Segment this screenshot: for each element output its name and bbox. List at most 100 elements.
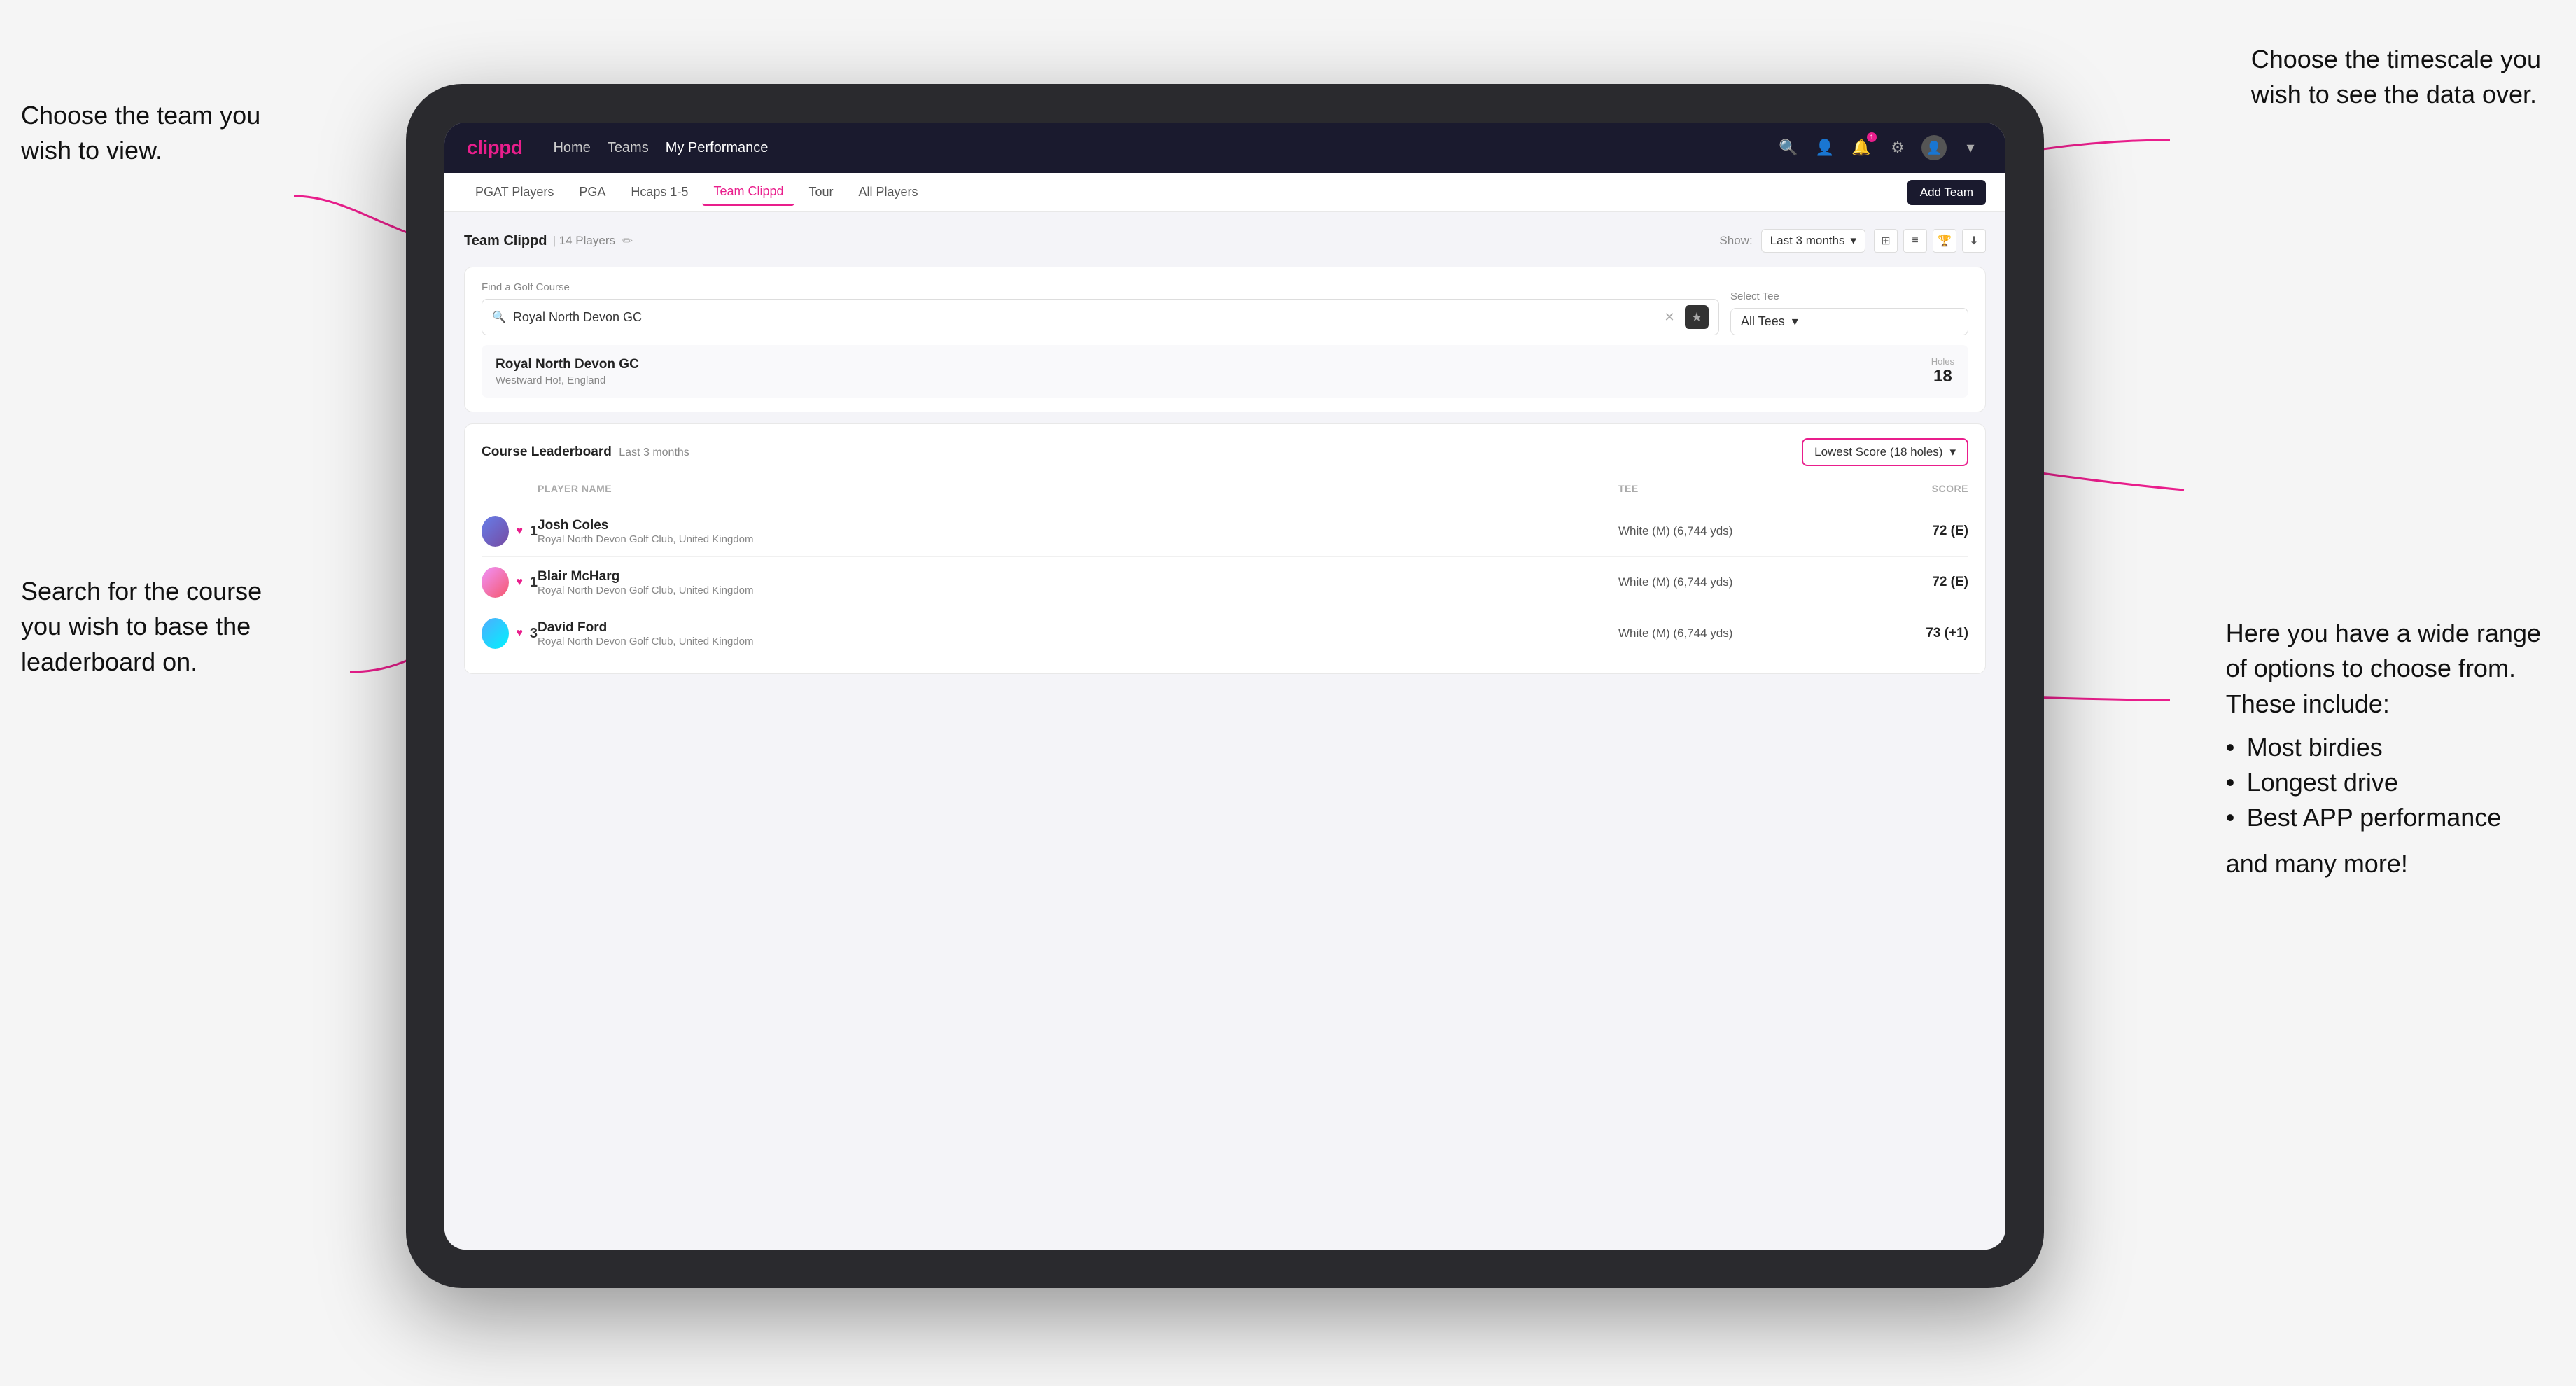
table-row: ♥ 1 Blair McHarg Royal North Devon Golf … <box>482 557 1968 608</box>
player-info-1: Josh Coles Royal North Devon Golf Club, … <box>538 518 1618 545</box>
annotation-line2: wish to view. <box>21 136 162 164</box>
sub-nav-hcaps[interactable]: Hcaps 1-5 <box>620 179 699 205</box>
table-header: PLAYER NAME TEE SCORE <box>482 477 1968 500</box>
nav-logo: clippd <box>467 136 522 159</box>
ann-br-t1: Here you have a wide range <box>2226 619 2541 648</box>
show-label: Show: <box>1719 234 1752 248</box>
leaderboard-title: Course Leaderboard <box>482 444 612 459</box>
nav-teams[interactable]: Teams <box>608 140 649 156</box>
tee-chevron-icon: ▾ <box>1792 314 1798 329</box>
nav-my-performance[interactable]: My Performance <box>666 140 769 156</box>
table-row: ♥ 3 David Ford Royal North Devon Golf Cl… <box>482 608 1968 659</box>
player-avatar-2 <box>482 567 509 598</box>
player-name-2: Blair McHarg <box>538 569 1618 584</box>
tablet-screen: clippd Home Teams My Performance 🔍 👤 🔔 1… <box>444 122 2005 1250</box>
course-search-field: Find a Golf Course 🔍 ✕ ★ <box>482 281 1719 335</box>
view-icons: ⊞ ≡ 🏆 ⬇ <box>1874 229 1986 253</box>
player-rank-1: ♥ 1 <box>482 516 538 547</box>
annotation-bottom-left: Search for the course you wish to base t… <box>21 574 262 680</box>
favorite-button[interactable]: ★ <box>1685 305 1709 329</box>
show-dropdown[interactable]: Last 3 months ▾ <box>1761 229 1865 253</box>
annotation-bl-line2: you wish to base the <box>21 612 251 640</box>
col-score: SCORE <box>1828 483 1968 494</box>
col-rank <box>482 483 538 494</box>
sub-nav-pgat[interactable]: PGAT Players <box>464 179 565 205</box>
col-player-name: PLAYER NAME <box>538 483 1618 494</box>
annotation-top-right: Choose the timescale you wish to see the… <box>2251 42 2541 113</box>
trophy-view-button[interactable]: 🏆 <box>1933 229 1956 253</box>
settings-icon-nav[interactable]: ⚙ <box>1885 135 1910 160</box>
tee-value: All Tees <box>1741 314 1785 329</box>
heart-icon-2: ♥ <box>516 576 523 589</box>
tee-dropdown[interactable]: All Tees ▾ <box>1730 308 1968 335</box>
col-tee: TEE <box>1618 483 1828 494</box>
search-icon-nav[interactable]: 🔍 <box>1776 135 1801 160</box>
grid-view-button[interactable]: ⊞ <box>1874 229 1898 253</box>
sub-nav-all-players[interactable]: All Players <box>848 179 930 205</box>
sub-nav-pga[interactable]: PGA <box>568 179 617 205</box>
bullet-drive: Longest drive <box>2226 768 2541 797</box>
player-club-3: Royal North Devon Golf Club, United King… <box>538 636 1618 648</box>
select-tee-label: Select Tee <box>1730 290 1968 302</box>
player-avatar-1 <box>482 516 509 547</box>
annotation-bl-line3: leaderboard on. <box>21 648 197 676</box>
rank-number-3: 3 <box>530 626 538 642</box>
nav-home[interactable]: Home <box>553 140 590 156</box>
course-search-input[interactable] <box>513 310 1654 325</box>
team-player-count: | 14 Players <box>553 234 615 248</box>
team-header: Team Clippd | 14 Players ✏ Show: Last 3 … <box>464 229 1986 253</box>
avatar-chevron-icon[interactable]: ▾ <box>1958 135 1983 160</box>
player-name-1: Josh Coles <box>538 518 1618 533</box>
player-club-1: Royal North Devon Golf Club, United King… <box>538 533 1618 545</box>
annotation-line1: Choose the team you <box>21 101 260 130</box>
holes-number: 18 <box>1931 367 1954 386</box>
search-icon: 🔍 <box>492 310 506 324</box>
edit-team-icon[interactable]: ✏ <box>622 234 633 248</box>
annotation-top-left: Choose the team you wish to view. <box>21 98 260 169</box>
clear-search-button[interactable]: ✕ <box>1661 309 1678 326</box>
bell-icon-nav[interactable]: 🔔 1 <box>1849 135 1874 160</box>
nav-icons: 🔍 👤 🔔 1 ⚙ 👤 ▾ <box>1776 135 1983 160</box>
score-option-label: Lowest Score (18 holes) <box>1814 445 1942 459</box>
sub-nav-tour[interactable]: Tour <box>797 179 844 205</box>
player-info-2: Blair McHarg Royal North Devon Golf Club… <box>538 569 1618 596</box>
course-search-input-wrap: 🔍 ✕ ★ <box>482 299 1719 335</box>
rank-number-2: 1 <box>530 575 538 591</box>
search-section: Find a Golf Course 🔍 ✕ ★ Select Tee All … <box>464 267 1986 412</box>
tee-info-2: White (M) (6,744 yds) <box>1618 575 1828 589</box>
search-row: Find a Golf Course 🔍 ✕ ★ Select Tee All … <box>482 281 1968 335</box>
score-val-3: 73 (+1) <box>1828 626 1968 641</box>
course-result: Royal North Devon GC Westward Ho!, Engla… <box>482 345 1968 398</box>
download-button[interactable]: ⬇ <box>1962 229 1986 253</box>
player-avatar-3 <box>482 618 509 649</box>
holes-box: Holes 18 <box>1931 356 1954 386</box>
sub-nav-team-clippd[interactable]: Team Clippd <box>702 178 794 206</box>
score-val-2: 72 (E) <box>1828 575 1968 590</box>
holes-label: Holes <box>1931 356 1954 367</box>
ann-br-t3: These include: <box>2226 690 2390 718</box>
tee-select-field: Select Tee All Tees ▾ <box>1730 290 1968 335</box>
options-list: Most birdies Longest drive Best APP perf… <box>2226 733 2541 832</box>
bullet-app: Best APP performance <box>2226 803 2541 832</box>
nav-bar: clippd Home Teams My Performance 🔍 👤 🔔 1… <box>444 122 2005 173</box>
player-info-3: David Ford Royal North Devon Golf Club, … <box>538 620 1618 648</box>
and-more-text: and many more! <box>2226 849 2541 878</box>
course-details: Royal North Devon GC Westward Ho!, Engla… <box>496 357 639 386</box>
list-view-button[interactable]: ≡ <box>1903 229 1927 253</box>
bullet-birdies: Most birdies <box>2226 733 2541 762</box>
score-chevron-icon: ▾ <box>1949 445 1956 459</box>
user-avatar-nav[interactable]: 👤 <box>1921 135 1947 160</box>
score-val-1: 72 (E) <box>1828 524 1968 539</box>
leaderboard-title-wrap: Course Leaderboard Last 3 months <box>482 444 690 460</box>
rank-number-1: 1 <box>530 524 538 540</box>
tee-info-3: White (M) (6,744 yds) <box>1618 626 1828 640</box>
sub-nav: PGAT Players PGA Hcaps 1-5 Team Clippd T… <box>444 173 2005 212</box>
tablet-frame: clippd Home Teams My Performance 🔍 👤 🔔 1… <box>406 84 2044 1288</box>
add-team-button[interactable]: Add Team <box>1907 180 1986 205</box>
player-club-2: Royal North Devon Golf Club, United King… <box>538 584 1618 596</box>
score-type-dropdown[interactable]: Lowest Score (18 holes) ▾ <box>1802 438 1968 466</box>
table-row: ♥ 1 Josh Coles Royal North Devon Golf Cl… <box>482 506 1968 557</box>
person-icon-nav[interactable]: 👤 <box>1812 135 1837 160</box>
show-controls: Show: Last 3 months ▾ ⊞ ≡ 🏆 ⬇ <box>1719 229 1986 253</box>
annotation-tr-line2: wish to see the data over. <box>2251 80 2537 108</box>
